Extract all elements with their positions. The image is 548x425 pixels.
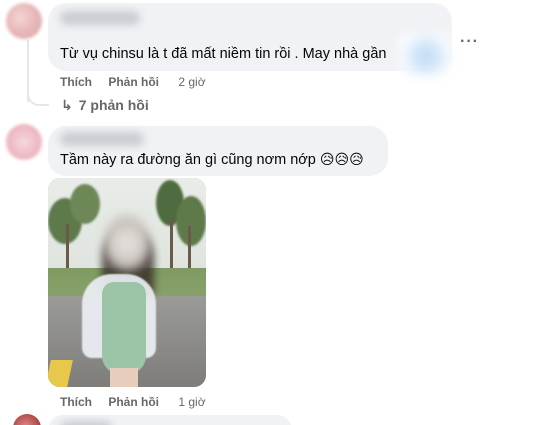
- photo-tree: [176, 196, 206, 246]
- more-options-icon[interactable]: ···: [460, 33, 479, 51]
- replies-count-label: 7 phản hồi: [78, 97, 149, 113]
- comment-photo-attachment[interactable]: [48, 178, 206, 387]
- comment-actions: Thích Phản hồi 1 giờ: [60, 395, 206, 409]
- comment-text: Tầm này ra đường ăn gì cũng nơm nớp 😥😥😥: [60, 152, 364, 168]
- avatar[interactable]: [6, 3, 42, 39]
- photo-face-blurred: [104, 216, 150, 270]
- avatar[interactable]: [13, 414, 41, 425]
- like-button[interactable]: Thích: [60, 395, 92, 409]
- comment-actions: Thích Phản hồi 2 giờ: [60, 75, 206, 89]
- photo-tree-trunk: [188, 226, 191, 273]
- reply-button[interactable]: Phản hồi: [108, 395, 159, 409]
- commenter-name-blurred[interactable]: [60, 11, 140, 25]
- comment-timestamp[interactable]: 1 giờ: [178, 395, 205, 409]
- thread-connector: [27, 86, 49, 106]
- photo-tree-trunk: [66, 224, 69, 272]
- comment-text: Từ vụ chinsu là t đã mất niềm tin rồi . …: [60, 46, 387, 62]
- sad-face-emoji-icons: 😥😥😥: [319, 152, 364, 168]
- comment-timestamp[interactable]: 2 giờ: [178, 75, 205, 89]
- reply-arrow-icon: ↳: [61, 98, 73, 114]
- like-button[interactable]: Thích: [60, 75, 92, 89]
- reply-button[interactable]: Phản hồi: [108, 75, 159, 89]
- view-replies-link[interactable]: ↳ 7 phản hồi: [61, 97, 149, 114]
- photo-person-legs: [110, 368, 138, 387]
- photo-tree-trunk: [170, 218, 173, 273]
- commenter-name-blurred[interactable]: [60, 421, 112, 425]
- commenter-name-blurred[interactable]: [60, 132, 144, 146]
- comment-text-body: Tầm này ra đường ăn gì cũng nơm nớp: [60, 152, 316, 168]
- avatar[interactable]: [6, 124, 42, 160]
- blurred-reaction-badge: [398, 32, 454, 76]
- photo-tree: [70, 184, 100, 224]
- photo-person-dress: [102, 282, 146, 374]
